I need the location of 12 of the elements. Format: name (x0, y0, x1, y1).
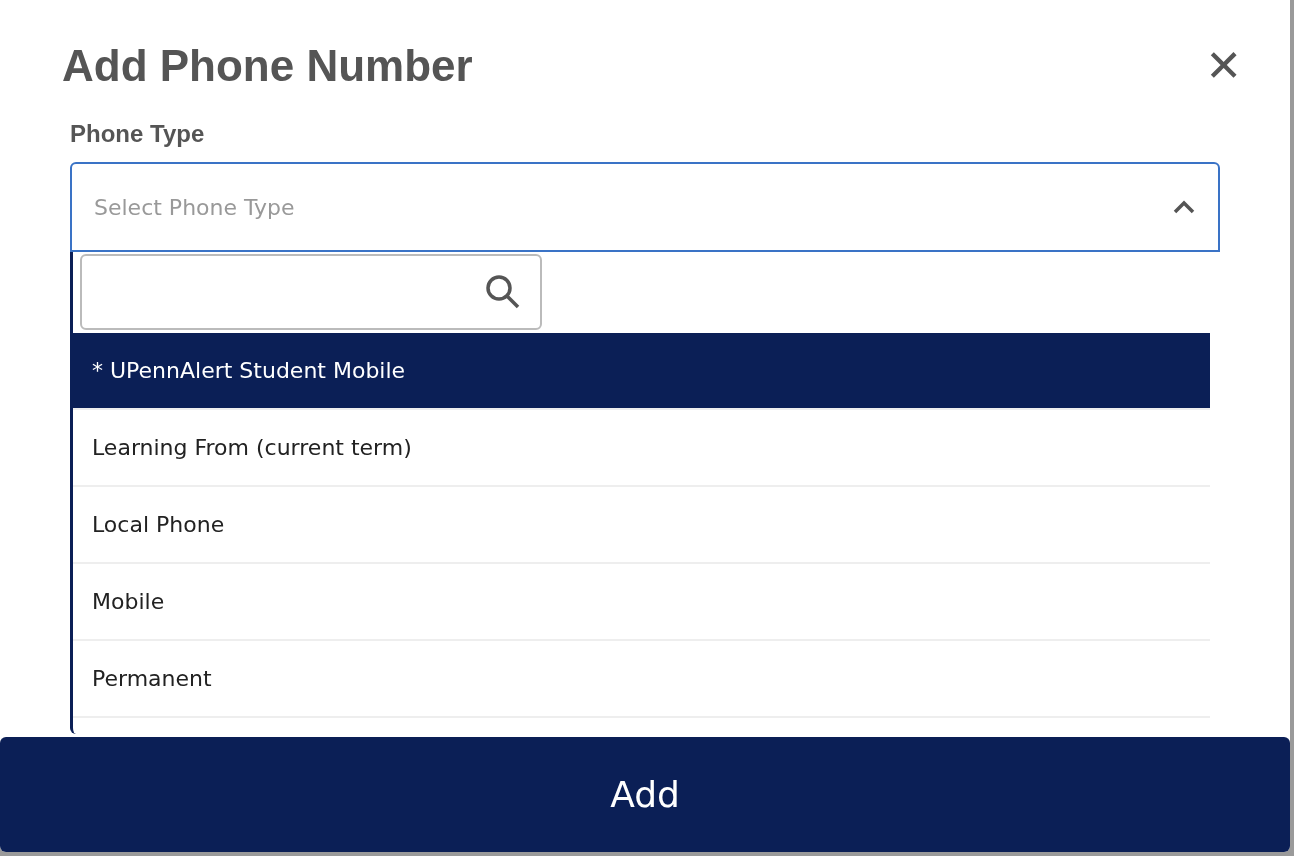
add-button[interactable]: Add (0, 737, 1290, 852)
dropdown-option[interactable]: Mobile (73, 564, 1210, 641)
dropdown-option[interactable]: Learning From (current term) (73, 410, 1210, 487)
dialog-title: Add Phone Number (62, 40, 473, 92)
search-icon (484, 273, 522, 311)
dropdown-option[interactable]: Local Phone (73, 487, 1210, 564)
close-button[interactable]: ✕ (1205, 41, 1242, 91)
dropdown-option[interactable]: * UPennAlert Student Mobile (73, 333, 1210, 410)
dropdown-option[interactable]: Permanent (73, 641, 1210, 718)
caret-icon (1172, 200, 1196, 214)
field-label: Phone Type (70, 120, 206, 148)
search-field[interactable] (80, 254, 542, 330)
